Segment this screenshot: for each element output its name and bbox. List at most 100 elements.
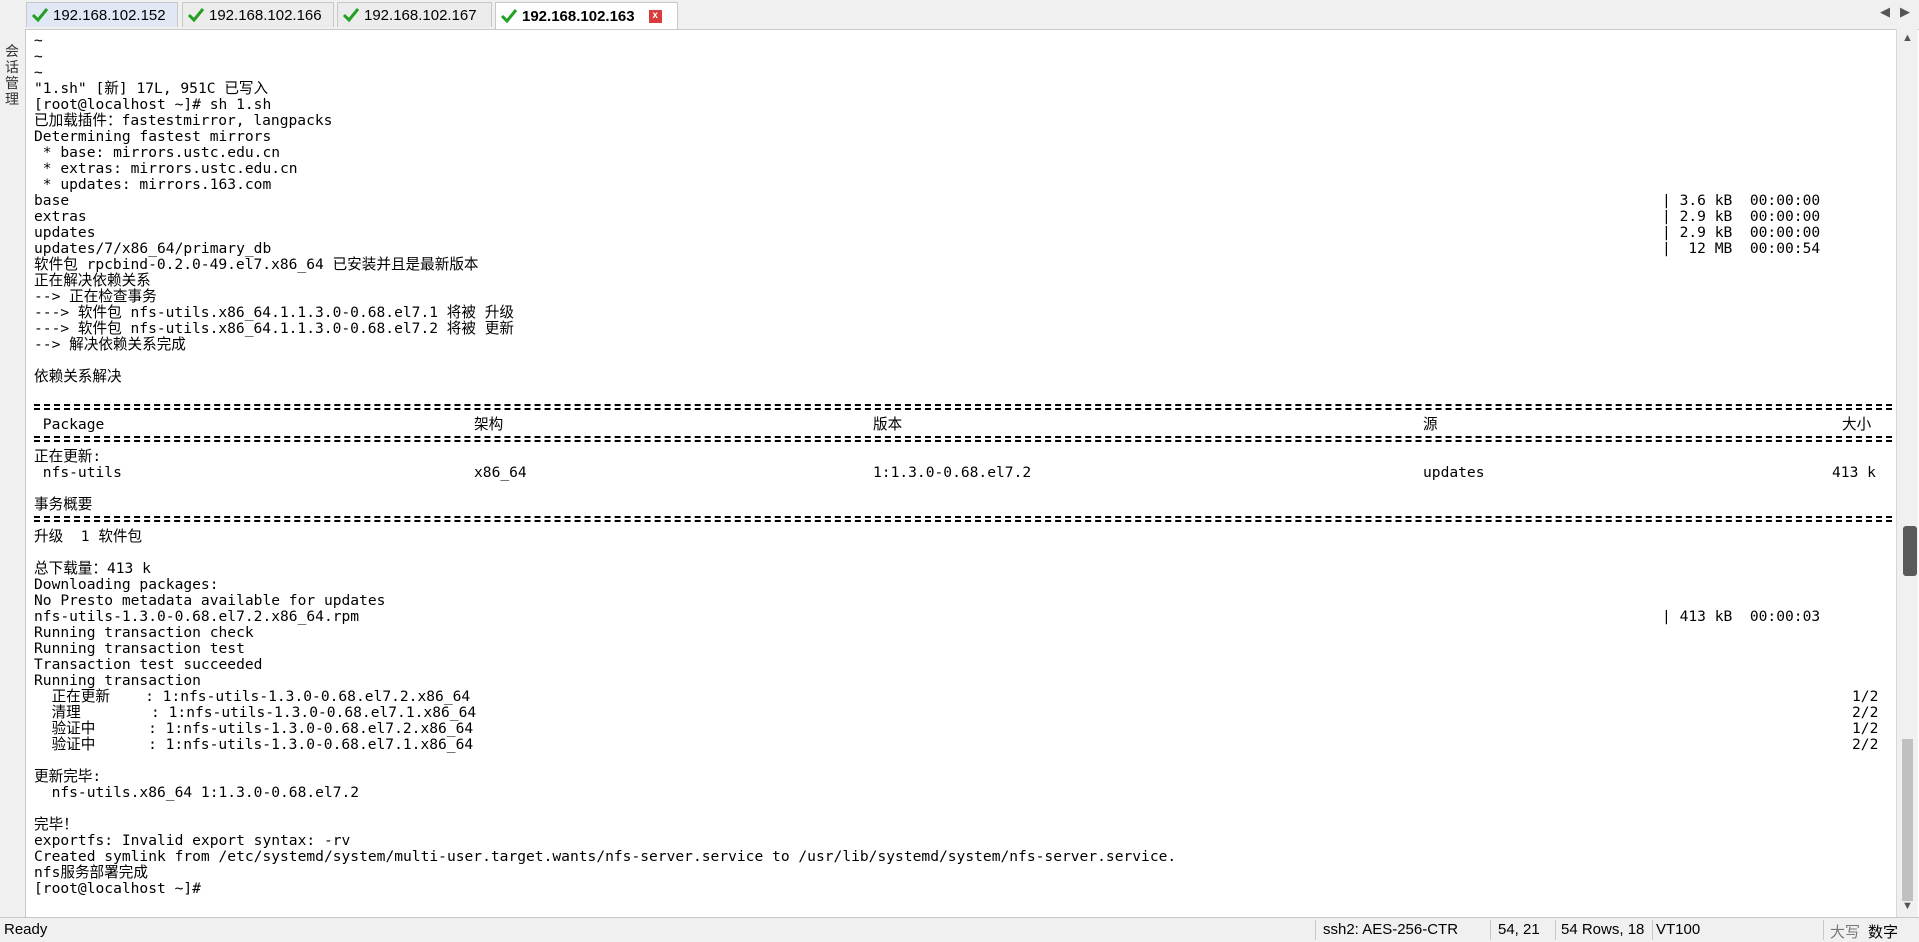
repo-stat: | 12 MB 00:00:54 <box>1662 240 1821 257</box>
repo-stat: | 2.9 kB 00:00:00 <box>1662 224 1821 241</box>
status-size: 54 Rows, 18 <box>1561 921 1645 938</box>
scroll-thumb[interactable] <box>1902 739 1913 901</box>
scroll-up-icon[interactable]: ▲ <box>1902 32 1913 44</box>
transaction-progress: 2/2 <box>1852 736 1879 753</box>
terminal-line: 验证中 : 1:nfs-utils-1.3.0-0.68.el7.2.x86_6… <box>34 720 474 737</box>
terminal-line: * extras: mirrors.ustc.edu.cn <box>34 160 298 177</box>
status-divider <box>1555 920 1556 940</box>
terminal-line: 正在更新 : 1:nfs-utils-1.3.0-0.68.el7.2.x86_… <box>34 688 471 705</box>
status-ready: Ready <box>4 921 48 938</box>
table-header-arch: 架构 <box>474 416 504 433</box>
terminal-line: updates/7/x86_64/primary_db <box>34 240 272 257</box>
check-icon <box>187 8 205 23</box>
status-caps: 大写 <box>1830 924 1861 941</box>
table-cell-arch: x86_64 <box>474 464 527 481</box>
table-cell-repo: updates <box>1423 464 1485 481</box>
transaction-progress: 1/2 <box>1852 688 1879 705</box>
scroll-marker <box>1903 526 1917 576</box>
status-emulation: VT100 <box>1656 921 1701 938</box>
terminal-line: Downloading packages: <box>34 576 219 593</box>
terminal-line: [root@localhost ~]# sh 1.sh <box>34 96 272 113</box>
terminal-line: 依赖关系解决 <box>34 368 122 385</box>
repo-stat: | 3.6 kB 00:00:00 <box>1662 192 1821 209</box>
chevron-right-icon[interactable]: ▶ <box>1900 4 1910 20</box>
terminal-line: --> 正在检查事务 <box>34 288 157 305</box>
tab-label: 192.168.102.152 <box>53 6 166 24</box>
download-stat: | 413 kB 00:00:03 <box>1662 608 1821 625</box>
terminal-line: ~ <box>34 32 43 49</box>
terminal-line: 已加载插件：fastestmirror, langpacks <box>34 112 333 129</box>
session-tab-bar: 192.168.102.152 192.168.102.166 192.168.… <box>0 0 1919 30</box>
status-cursor: 54, 21 <box>1498 921 1540 938</box>
terminal-line: extras <box>34 208 87 225</box>
tab-192-168-102-163[interactable]: 192.168.102.163 x <box>495 2 678 29</box>
terminal-line: base <box>34 192 70 209</box>
tab-192-168-102-166[interactable]: 192.168.102.166 <box>182 2 334 27</box>
status-bar: Ready ssh2: AES-256-CTR 54, 21 54 Rows, … <box>0 917 1919 942</box>
terminal-line: 总下载量：413 k <box>34 560 151 577</box>
status-num: 数字 <box>1868 924 1899 941</box>
check-icon <box>342 8 360 23</box>
terminal-line: Transaction test succeeded <box>34 656 263 673</box>
transaction-progress: 1/2 <box>1852 720 1879 737</box>
terminal-line: 正在解决依赖关系 <box>34 272 151 289</box>
scroll-down-icon[interactable]: ▼ <box>1902 900 1913 912</box>
status-divider <box>1652 920 1653 940</box>
repo-stat: | 2.9 kB 00:00:00 <box>1662 208 1821 225</box>
transaction-progress: 2/2 <box>1852 704 1879 721</box>
close-icon[interactable]: x <box>648 9 662 23</box>
table-cell-version: 1:1.3.0-0.68.el7.2 <box>873 464 1032 481</box>
terminal-line: 验证中 : 1:nfs-utils-1.3.0-0.68.el7.1.x86_6… <box>34 736 474 753</box>
session-manager-label: 会话管理 <box>5 43 19 107</box>
chevron-left-icon[interactable]: ◀ <box>1880 4 1890 20</box>
table-separator <box>34 436 1892 442</box>
terminal-line: 完毕！ <box>34 816 78 833</box>
terminal-line: ~ <box>34 48 43 65</box>
status-cipher: ssh2: AES-256-CTR <box>1323 921 1459 938</box>
terminal-line: nfs-utils-1.3.0-0.68.el7.2.x86_64.rpm <box>34 608 360 625</box>
terminal-line: 事务概要 <box>34 496 93 513</box>
status-divider <box>1823 920 1824 940</box>
tab-label: 192.168.102.166 <box>209 6 322 24</box>
tab-label: 192.168.102.167 <box>364 6 477 24</box>
terminal-prompt: [root@localhost ~]# <box>34 880 201 897</box>
status-divider <box>1315 920 1316 940</box>
check-icon <box>500 9 518 24</box>
status-divider <box>1490 920 1491 940</box>
table-separator <box>34 404 1892 410</box>
terminal-line: ~ <box>34 64 43 81</box>
terminal-line: exportfs: Invalid export syntax: -rv <box>34 832 351 849</box>
terminal-line: 清理 : 1:nfs-utils-1.3.0-0.68.el7.1.x86_64 <box>34 704 477 721</box>
table-row-package: nfs-utils <box>34 464 122 481</box>
terminal-line: * updates: mirrors.163.com <box>34 176 272 193</box>
terminal-line: updates <box>34 224 96 241</box>
terminal-line: ---> 软件包 nfs-utils.x86_64.1.1.3.0-0.68.e… <box>34 304 514 321</box>
tab-label: 192.168.102.163 <box>522 7 635 25</box>
terminal-line: * base: mirrors.ustc.edu.cn <box>34 144 281 161</box>
table-header-repo: 源 <box>1423 416 1438 433</box>
terminal-line: nfs服务部署完成 <box>34 864 148 881</box>
terminal-line: 升级 1 软件包 <box>34 528 143 545</box>
terminal-line: "1.sh" [新] 17L, 951C 已写入 <box>34 80 269 97</box>
session-manager-panel[interactable]: 会话管理 <box>0 29 26 917</box>
terminal-output[interactable]: ~ ~ ~ "1.sh" [新] 17L, 951C 已写入 [root@loc… <box>30 31 1892 915</box>
check-icon <box>31 8 49 23</box>
vertical-scrollbar[interactable]: ▲ ▼ <box>1896 29 1918 917</box>
terminal-line: --> 解决依赖关系完成 <box>34 336 186 353</box>
terminal-line: Created symlink from /etc/systemd/system… <box>34 848 1177 865</box>
terminal-line: Running transaction test <box>34 640 245 657</box>
terminal-line: 正在更新: <box>34 448 102 465</box>
terminal-line: nfs-utils.x86_64 1:1.3.0-0.68.el7.2 <box>34 784 360 801</box>
table-cell-size: 413 k <box>1832 464 1876 481</box>
terminal-line: 更新完毕: <box>34 768 102 785</box>
terminal-line: Running transaction check <box>34 624 254 641</box>
tab-192-168-102-152[interactable]: 192.168.102.152 <box>26 2 178 27</box>
terminal-line: 软件包 rpcbind-0.2.0-49.el7.x86_64 已安装并且是最新… <box>34 256 479 273</box>
terminal-line: Determining fastest mirrors <box>34 128 272 145</box>
terminal-line: ---> 软件包 nfs-utils.x86_64.1.1.3.0-0.68.e… <box>34 320 514 337</box>
table-separator <box>34 516 1892 522</box>
table-header-size: 大小 <box>1842 416 1872 433</box>
terminal-line: No Presto metadata available for updates <box>34 592 386 609</box>
terminal-line: Running transaction <box>34 672 201 689</box>
tab-192-168-102-167[interactable]: 192.168.102.167 <box>337 2 492 27</box>
